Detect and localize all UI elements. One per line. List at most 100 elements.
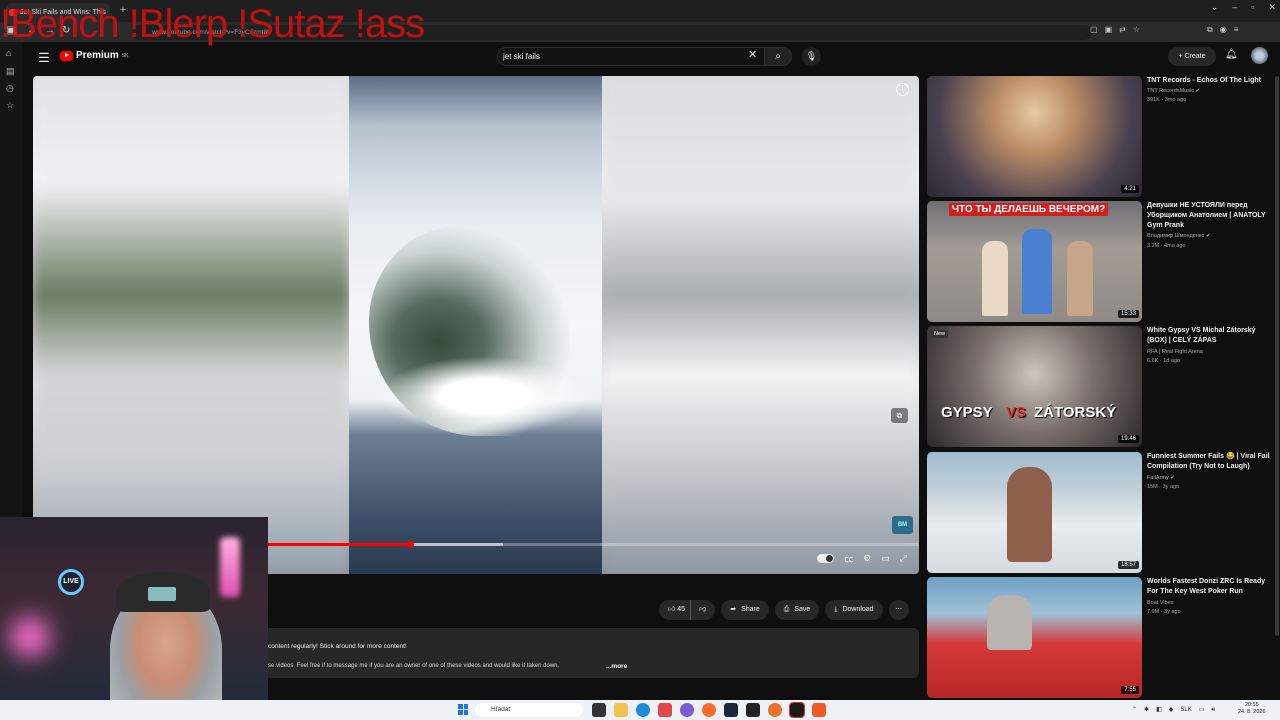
theater-mode-icon[interactable]: ▭ — [881, 553, 890, 564]
clear-search-icon[interactable]: ✕ — [748, 48, 757, 61]
rail-bookmarks-icon[interactable]: ▤ — [6, 66, 15, 77]
more-actions-button[interactable]: ⋯ — [888, 600, 909, 620]
app-icon[interactable] — [768, 703, 782, 717]
app-icon[interactable] — [658, 703, 672, 717]
save-button[interactable]: ⎙ Save — [774, 600, 820, 620]
voice-search-button[interactable]: 🎙 — [802, 47, 821, 66]
neon-light — [10, 617, 50, 657]
bluetooth-icon[interactable]: ✱ — [1144, 703, 1149, 717]
download-button[interactable]: ⤓ Download — [825, 600, 883, 620]
tray-overflow-icon[interactable]: ⌃ — [1132, 703, 1137, 717]
notifications-bell-icon[interactable]: 🔔︎ — [1225, 49, 1238, 60]
extensions-icon[interactable]: ⧉ — [1207, 25, 1213, 35]
sidebar-scrollbar[interactable] — [1275, 76, 1279, 636]
taskbar-search-input[interactable]: Hľadať — [475, 703, 583, 717]
thumbnail-caption-b: VS — [1006, 404, 1027, 421]
recommendation-item[interactable]: ЧТО ТЫ ДЕЛАЕШЬ ВЕЧЕРОМ? 15:33 Девушки НЕ… — [927, 201, 1272, 325]
recommendation-meta: 15M · 3y ago — [1147, 484, 1180, 490]
app-tray-icon[interactable]: ◧ — [1156, 703, 1162, 717]
recommendation-channel[interactable]: Boat Vibes — [1147, 600, 1174, 606]
recommendation-channel[interactable]: TNT RecordsMusic ✔ — [1147, 88, 1200, 94]
search-icon: ⌕ — [775, 51, 781, 62]
recommendation-channel[interactable]: FailArmy ✔ — [1147, 475, 1175, 481]
edge-icon[interactable] — [636, 703, 650, 717]
search-input[interactable]: jet ski fails — [497, 47, 765, 66]
blurred-right-panel — [602, 76, 919, 574]
windows-start-icon[interactable] — [458, 704, 468, 715]
miniplayer-icon[interactable]: ⧉ — [891, 408, 908, 423]
video-frame-wave — [349, 76, 602, 574]
steam-icon[interactable] — [724, 703, 738, 717]
dislike-button[interactable]: 👎︎ — [690, 600, 706, 620]
description-line-1: content regularly! Stick around for more… — [268, 643, 407, 650]
video-thumbnail[interactable]: 7:55 — [927, 577, 1142, 698]
settings-gear-icon[interactable]: ⚙ — [863, 553, 871, 564]
create-button[interactable]: + Create — [1168, 47, 1216, 66]
thumbnail-figure — [987, 595, 1032, 650]
recommendation-title[interactable]: Worlds Fastest Donzi ZRC Is Ready For Th… — [1147, 577, 1272, 597]
rail-history-icon[interactable]: ◷ — [6, 83, 14, 94]
screenshot-icon[interactable]: ▢ — [1090, 25, 1098, 35]
cast-icon[interactable]: ▣ — [1105, 25, 1113, 35]
profile-icon[interactable]: ◉ — [1220, 25, 1227, 35]
channel-watermark[interactable]: BM — [892, 516, 913, 534]
rail-favorites-icon[interactable]: ☆ — [6, 100, 14, 111]
taskbar-clock[interactable]: 20:55 24. 8. 2026 — [1238, 702, 1266, 716]
recommendation-item[interactable]: 7:55 Worlds Fastest Donzi ZRC Is Ready F… — [927, 577, 1272, 701]
autoplay-toggle[interactable] — [817, 554, 835, 563]
verified-badge-icon: ✔ — [1170, 475, 1175, 481]
tab-search-icon[interactable]: ⌄ — [1211, 2, 1219, 20]
recommendation-title[interactable]: White Gypsy VS Michal Zátorský (BOX) | C… — [1147, 326, 1272, 346]
like-button[interactable]: 👍︎ 45 — [668, 600, 685, 620]
share-button[interactable]: ➦ Share — [721, 600, 769, 620]
subtitles-icon[interactable]: ㏄ — [844, 552, 853, 565]
recommendation-title[interactable]: TNT Records - Echos Of The Light — [1147, 76, 1272, 86]
video-thumbnail[interactable]: ЧТО ТЫ ДЕЛАЕШЬ ВЕЧЕРОМ? 15:33 — [927, 201, 1142, 322]
fullscreen-icon[interactable]: ⤢ — [900, 553, 907, 564]
video-thumbnail[interactable]: 4:21 — [927, 76, 1142, 197]
video-thumbnail[interactable]: New GYPSY VS ZÁTORSKÝ 19:46 — [927, 326, 1142, 447]
recommendation-title[interactable]: Funniest Summer Fails 😂 | Viral Fail Com… — [1147, 452, 1272, 472]
channel-name: Владимир Шмонденко — [1147, 233, 1205, 239]
os-taskbar: ⌕ Hľadať ⌃ ✱ ◧ ◆ SLK ▭ 🔊︎ 20:55 24. 8. 2… — [0, 700, 1280, 720]
brave-icon[interactable] — [812, 703, 826, 717]
window-controls: ⌄ – ▫ ✕ — [1211, 2, 1276, 20]
task-view-icon[interactable] — [592, 703, 606, 717]
close-window-icon[interactable]: ✕ — [1268, 2, 1276, 20]
language-indicator[interactable]: SLK — [1180, 703, 1191, 717]
guide-menu-icon[interactable]: ☰ — [38, 50, 50, 66]
save-label: Save — [794, 606, 811, 613]
recommendation-title[interactable]: Девушки НЕ УСТОЯЛИ перед Уборщиком Анато… — [1147, 201, 1272, 231]
rail-home-icon[interactable]: ⌂ — [6, 48, 11, 58]
file-explorer-icon[interactable] — [614, 703, 628, 717]
system-tray: ⌃ ✱ ◧ ◆ SLK ▭ 🔊︎ — [1132, 703, 1215, 717]
recommendation-item[interactable]: New GYPSY VS ZÁTORSKÝ 19:46 White Gypsy … — [927, 326, 1272, 450]
volume-icon[interactable]: 🔊︎ — [1211, 703, 1215, 717]
video-player[interactable]: i ⧉ BM ㏄ ⚙ ▭ ⤢ — [33, 76, 919, 574]
recommendation-item[interactable]: 4:21 TNT Records - Echos Of The Light TN… — [927, 76, 1272, 200]
obs-icon[interactable] — [789, 702, 805, 718]
recommendation-channel[interactable]: Владимир Шмонденко ✔ — [1147, 233, 1211, 239]
app-icon[interactable] — [746, 703, 760, 717]
video-thumbnail[interactable]: 18:57 — [927, 452, 1142, 573]
recommendation-channel[interactable]: RFA | Real Fight Arena — [1147, 349, 1203, 355]
recommendation-item[interactable]: 18:57 Funniest Summer Fails 😂 | Viral Fa… — [927, 452, 1272, 576]
menu-icon[interactable]: ≡ — [1234, 25, 1239, 35]
video-duration: 15:33 — [1117, 310, 1139, 318]
nvidia-icon[interactable]: ◆ — [1169, 703, 1174, 717]
youtube-logo[interactable]: Premium SK — [60, 50, 128, 61]
bookmark-star-icon[interactable]: ☆ — [1133, 25, 1140, 35]
firefox-icon[interactable] — [702, 703, 716, 717]
description-more-link[interactable]: ...more — [606, 663, 627, 670]
app-icon[interactable] — [680, 703, 694, 717]
info-icon[interactable]: i — [896, 83, 909, 96]
user-avatar[interactable] — [1251, 47, 1268, 64]
network-icon[interactable]: ▭ — [1199, 703, 1205, 717]
minimize-icon[interactable]: – — [1232, 2, 1237, 20]
maximize-icon[interactable]: ▫ — [1251, 2, 1254, 20]
create-label: Create — [1184, 53, 1206, 60]
translate-icon[interactable]: ⇄ — [1119, 25, 1126, 35]
video-duration: 18:57 — [1117, 561, 1139, 569]
search-button[interactable]: ⌕ — [764, 47, 792, 66]
description-box[interactable]: content regularly! Stick around for more… — [268, 628, 919, 678]
